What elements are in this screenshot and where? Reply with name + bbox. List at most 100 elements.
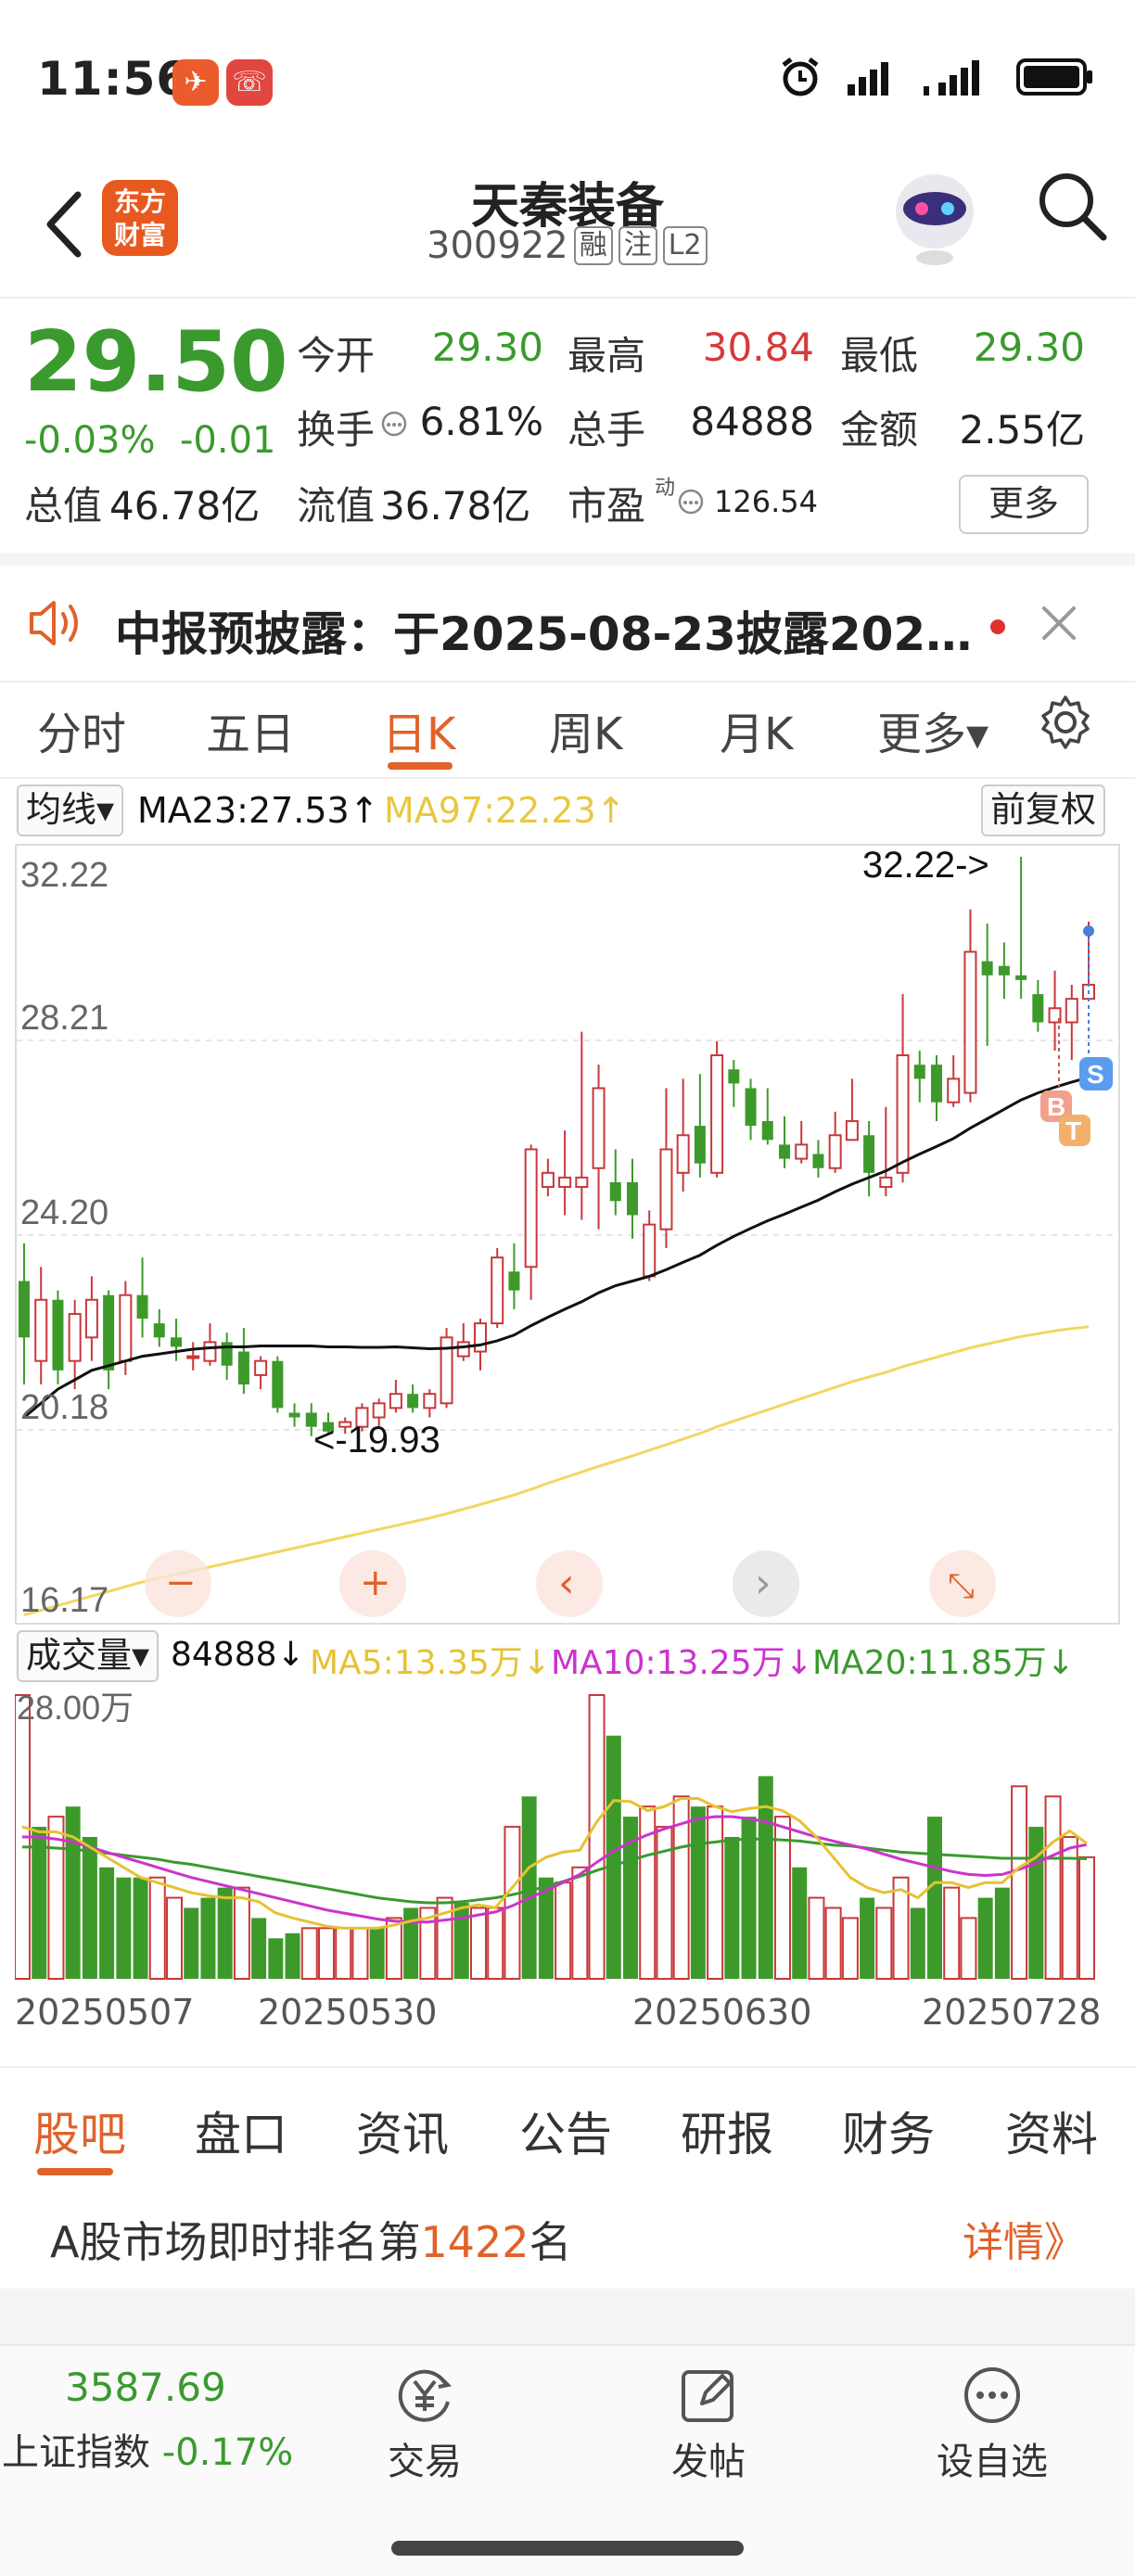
candle-body — [103, 1294, 115, 1371]
change-percent: -0.03% — [24, 419, 156, 462]
quote-panel: 29.50 -0.03% -0.01 今开 29.30 最高 30.84 最低 … — [0, 299, 1135, 551]
candle-body — [879, 1176, 893, 1189]
candle-body — [575, 1176, 589, 1189]
nav-watchlist-label: 设自选 — [937, 2441, 1048, 2483]
fullscreen-icon: ⤡ — [948, 1567, 975, 1605]
close-icon[interactable] — [1039, 603, 1079, 644]
more-quote-button[interactable]: 更多 — [959, 475, 1089, 534]
candle-body — [998, 965, 1010, 976]
tab-financials[interactable]: 财务 — [842, 2098, 935, 2164]
nav-post[interactable]: 发帖 — [634, 2363, 783, 2485]
candle-body — [52, 1299, 64, 1371]
volume-bar — [741, 1817, 757, 1979]
assistant-robot-icon[interactable] — [888, 158, 981, 278]
rank-detail-link[interactable]: 详情》 — [963, 2209, 1085, 2268]
candle-body — [474, 1322, 487, 1353]
volume-legend-row: 成交量▾ 84888↓ MA5:13.35万↓ MA10:13.25万↓ MA2… — [0, 1626, 1135, 1686]
tab-more[interactable]: 更多▾ — [877, 697, 988, 762]
chart-controls: − + ‹ › ⤡ — [145, 1550, 996, 1617]
candle-body — [659, 1148, 673, 1231]
tab-intraday[interactable]: 分时 — [37, 697, 126, 762]
tab-order-book[interactable]: 盘口 — [195, 2098, 287, 2164]
notice-bar[interactable]: 中报预披露：于2025-08-23披露202… — [0, 553, 1135, 682]
kline-svg: 32.22 28.21 24.20 20.18 16.17 32.22-> <-… — [17, 845, 1118, 1620]
notification-app-icon: ✈ — [172, 59, 219, 106]
float-value: 36.78亿 — [380, 483, 531, 529]
volume-readout: 84888↓ — [171, 1636, 305, 1674]
candle-body — [136, 1294, 148, 1320]
status-time: 11:56 — [37, 52, 190, 106]
tab-profile[interactable]: 资料 — [1005, 2098, 1098, 2164]
volume-bar — [1044, 1795, 1062, 1980]
candle-body — [795, 1143, 809, 1160]
active-tab-underline — [388, 762, 453, 770]
tab-research[interactable]: 研报 — [681, 2098, 773, 2164]
kline-chart[interactable]: 32.22 28.21 24.20 20.18 16.17 32.22-> <-… — [15, 844, 1120, 1625]
volume-bar — [910, 1907, 925, 1979]
volume-bar — [606, 1735, 621, 1979]
mktcap-value: 46.78亿 — [109, 483, 261, 529]
volume-bar — [453, 1903, 469, 1979]
vol-ma10-readout: MA10:13.25万↓ — [551, 1644, 813, 1682]
volume-bar — [436, 1896, 453, 1980]
candle-body — [931, 1065, 942, 1103]
nav-trade-label: 交易 — [388, 2441, 462, 2483]
nav-trade[interactable]: 交易 — [351, 2363, 499, 2485]
vol-ma20-readout: MA20:11.85万↓ — [812, 1644, 1075, 1682]
candle-body — [372, 1402, 386, 1419]
volume-bar — [99, 1867, 115, 1979]
volume-bar — [792, 1867, 808, 1979]
tab-weekly-k[interactable]: 周K — [549, 697, 622, 762]
current-price: 29.50 — [24, 313, 288, 411]
volume-bar — [707, 1805, 724, 1980]
candle-body — [609, 1181, 621, 1202]
volume-scale-label: 28.00万 — [17, 1689, 134, 1727]
market-rank-row[interactable]: A股市场即时排名第1422名 详情》 — [0, 2177, 1135, 2289]
chevron-left-icon: ‹ — [558, 1560, 575, 1607]
search-icon[interactable] — [1035, 169, 1109, 243]
kline-tabs: 分时 五日 日K 周K 月K 更多▾ — [0, 670, 1135, 779]
info-icon[interactable] — [380, 410, 408, 438]
float-label: 流值 — [297, 483, 376, 529]
volume-bar — [555, 1881, 572, 1980]
tab-monthly-k[interactable]: 月K — [720, 697, 793, 762]
candle-body — [541, 1171, 555, 1189]
low-value: 29.30 — [973, 325, 1085, 370]
volume-bar — [268, 1938, 284, 1979]
chevron-right-icon: › — [755, 1560, 772, 1607]
nav-watchlist[interactable]: 设自选 — [918, 2363, 1066, 2485]
tab-daily-k[interactable]: 日K — [382, 697, 455, 762]
max-price-label: 32.22-> — [862, 846, 989, 886]
high-label: 最高 — [568, 333, 646, 378]
signal-icon — [848, 62, 888, 96]
indicator-selector[interactable]: 均线▾ — [17, 784, 124, 836]
pe-info-icon[interactable] — [677, 488, 705, 516]
candle-body — [896, 1054, 910, 1174]
index-value: 3587.69 — [65, 2365, 226, 2410]
tab-news[interactable]: 资讯 — [356, 2098, 449, 2164]
battery-icon — [1016, 58, 1092, 96]
stock-code-row: 300922 融 注 L2 — [427, 224, 708, 267]
unread-dot — [990, 619, 1005, 634]
volume-indicator-selector[interactable]: 成交量▾ — [17, 1630, 159, 1682]
candle-body — [592, 1087, 606, 1169]
candle-body — [84, 1298, 98, 1339]
candle-body — [761, 1121, 773, 1141]
candle-body — [1032, 994, 1044, 1023]
candle-body — [745, 1088, 757, 1127]
candle-body — [407, 1394, 419, 1409]
min-price-label: <-19.93 — [313, 1420, 440, 1460]
volume-bar — [860, 1897, 875, 1979]
candle-body — [237, 1351, 249, 1385]
high-value: 30.84 — [702, 325, 814, 370]
tab-forum[interactable]: 股吧 — [33, 2098, 126, 2164]
adjust-selector[interactable]: 前复权 — [981, 784, 1106, 836]
settings-gear-icon[interactable] — [1037, 694, 1094, 751]
low-label: 最低 — [840, 333, 919, 378]
volume-bar — [32, 1827, 47, 1979]
candle-body — [203, 1341, 217, 1362]
volume-chart[interactable]: 28.00万 — [14, 1686, 1120, 1983]
tab-announcements[interactable]: 公告 — [519, 2098, 612, 2164]
candle-body — [676, 1134, 690, 1174]
tab-five-day[interactable]: 五日 — [206, 697, 295, 762]
